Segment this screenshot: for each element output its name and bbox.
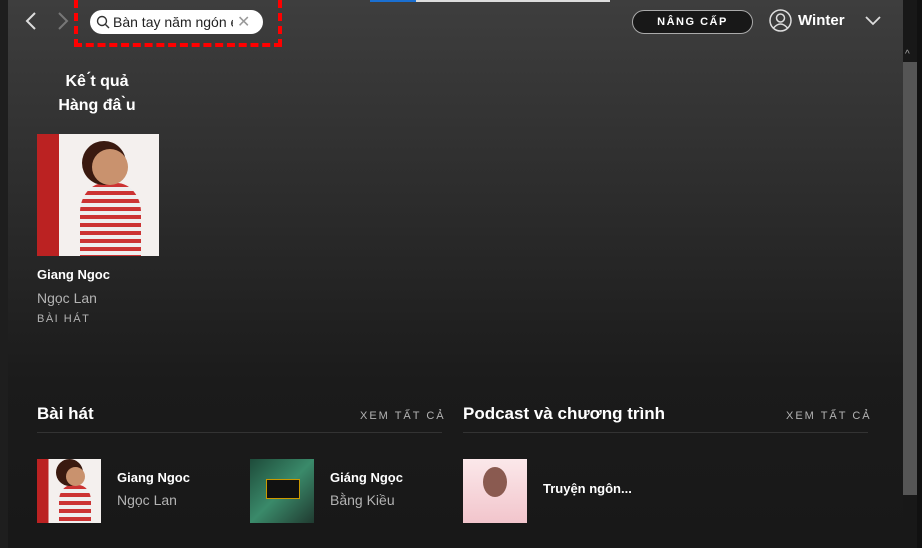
top-result-type: BÀI HÁT bbox=[37, 313, 91, 325]
forward-button[interactable] bbox=[56, 11, 70, 37]
song-thumbnail[interactable] bbox=[37, 459, 101, 523]
podcasts-see-all[interactable]: XEM TẤT CẢ bbox=[786, 410, 872, 422]
songs-see-all[interactable]: XEM TẤT CẢ bbox=[360, 410, 446, 422]
song-artist[interactable]: Bằng Kiều bbox=[330, 492, 395, 508]
song-artist[interactable]: Ngọc Lan bbox=[117, 492, 177, 508]
scrollbar[interactable]: ^ bbox=[903, 45, 917, 548]
username: Winter bbox=[798, 12, 845, 29]
chevron-right-icon bbox=[58, 12, 69, 30]
divider bbox=[37, 432, 442, 433]
chevron-left-icon bbox=[25, 12, 36, 30]
right-edge bbox=[917, 0, 922, 548]
search-box[interactable]: ✕ bbox=[90, 10, 263, 34]
scrollbar-thumb[interactable] bbox=[903, 62, 917, 495]
podcasts-heading: Podcast và chương trình bbox=[463, 404, 665, 423]
top-result-heading: Kê ́t quả Hàng đâ ̀u bbox=[58, 73, 136, 114]
top-result-artist[interactable]: Ngọc Lan bbox=[37, 290, 97, 306]
song-title[interactable]: Giang Ngoc bbox=[117, 470, 190, 485]
song-thumbnail[interactable] bbox=[250, 459, 314, 523]
left-edge bbox=[0, 0, 8, 548]
songs-heading: Bài hát bbox=[37, 404, 94, 423]
loading-bar bbox=[370, 0, 610, 2]
top-result-cover[interactable] bbox=[37, 134, 159, 256]
user-dropdown-button[interactable] bbox=[864, 14, 882, 32]
podcast-title[interactable]: Truyện ngôn... bbox=[543, 481, 632, 496]
scroll-up-icon[interactable]: ^ bbox=[905, 49, 910, 60]
search-input[interactable] bbox=[113, 14, 233, 30]
divider bbox=[463, 432, 868, 433]
top-result-title[interactable]: Giang Ngoc bbox=[37, 267, 110, 282]
user-menu[interactable]: Winter bbox=[769, 9, 845, 32]
back-button[interactable] bbox=[24, 11, 38, 37]
upgrade-button[interactable]: NÂNG CẤP bbox=[632, 10, 753, 34]
search-icon bbox=[96, 15, 110, 29]
song-title[interactable]: Giáng Ngọc bbox=[330, 470, 403, 485]
user-icon bbox=[769, 9, 792, 32]
podcast-thumbnail[interactable] bbox=[463, 459, 527, 523]
clear-search-icon[interactable]: ✕ bbox=[237, 12, 250, 32]
chevron-down-icon bbox=[865, 16, 881, 26]
